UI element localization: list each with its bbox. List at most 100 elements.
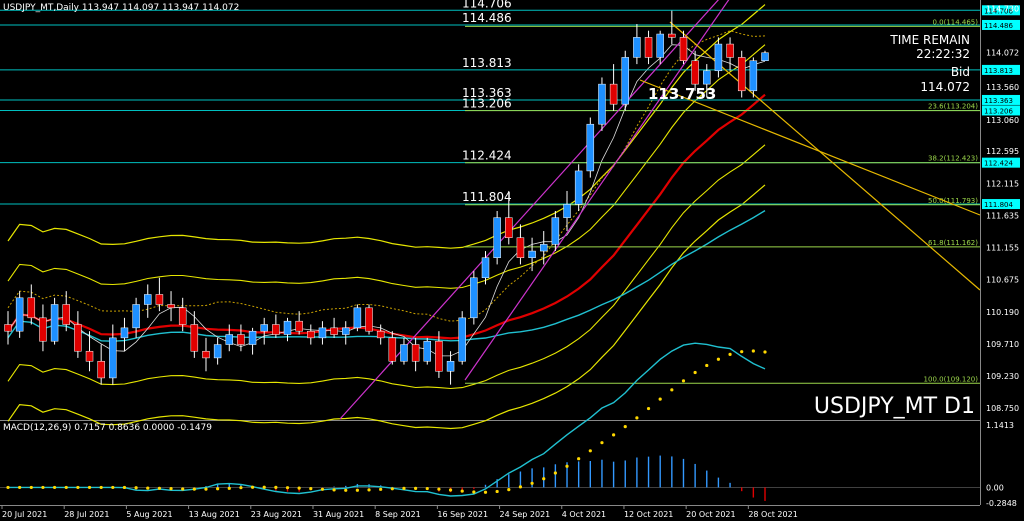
macd-axis-label: 0.00	[986, 483, 1004, 492]
macd-signal-dot	[448, 488, 453, 492]
macd-signal-dot	[414, 486, 418, 490]
macd-signal-dot	[530, 481, 534, 485]
macd-signal-dot	[204, 487, 208, 491]
level-price-tag-text: 113.206	[984, 107, 1013, 115]
price-axis-label: 110.190	[986, 308, 1019, 317]
bid-label: Bid	[951, 65, 970, 79]
macd-header: MACD(12,26,9) 0.7157 0.8636 0.0000 -0.14…	[3, 423, 212, 433]
bear-candle	[388, 337, 397, 362]
bear-candle	[62, 304, 70, 325]
macd-signal-dot	[658, 397, 662, 401]
bull-candle	[283, 320, 292, 335]
bear-candle	[4, 324, 12, 332]
bear-candle	[668, 33, 676, 38]
bull-candle	[213, 344, 222, 359]
macd-signal-dot	[402, 486, 406, 491]
bull-candle	[341, 327, 350, 335]
macd-signal-dot	[600, 441, 604, 445]
macd-signal-dot	[623, 425, 627, 429]
bear-candle	[39, 317, 47, 342]
bear-candle	[97, 360, 105, 379]
bear-candle	[726, 43, 734, 58]
bull-candle	[749, 60, 758, 92]
level-price-tag-text: 112.424	[984, 160, 1013, 168]
macd-signal-dot	[577, 457, 581, 461]
bull-candle	[248, 330, 257, 345]
bull-candle	[400, 344, 408, 362]
level-price-tag-text: 113.363	[984, 97, 1013, 105]
macd-signal-dot	[239, 486, 243, 490]
macd-signal-dot	[52, 485, 57, 490]
bull-candle	[50, 304, 59, 342]
bear-candle	[435, 340, 443, 372]
bull-candle	[470, 277, 478, 319]
time-remain-label: TIME REMAIN	[889, 33, 970, 47]
macd-signal-dot	[122, 485, 127, 490]
macd-signal-dot	[192, 487, 196, 491]
bull-candle	[353, 307, 362, 329]
macd-signal-dot	[763, 350, 767, 354]
price-axis-label: 114.730	[986, 5, 1019, 14]
price-axis-label: 108.750	[986, 404, 1019, 413]
fib-level-label: 61.8(111.162)	[928, 239, 978, 247]
macd-signal-dot	[728, 352, 732, 356]
bull-candle	[15, 297, 24, 332]
macd-signal-dot	[483, 490, 488, 494]
fib-level-label: 0.0(114.465)	[932, 18, 978, 26]
bull-candle	[225, 334, 234, 345]
time-axis-label: 28 Jul 2021	[64, 510, 109, 519]
macd-signal-dot	[565, 464, 569, 468]
bull-candle	[493, 217, 501, 258]
bull-candle	[621, 57, 629, 105]
macd-signal-dot	[181, 487, 185, 491]
macd-signal-dot	[344, 488, 348, 492]
macd-signal-dot	[635, 416, 639, 420]
symbol-header: USDJPY_MT,Daily 113.947 114.097 113.947 …	[3, 3, 239, 13]
chart-background	[0, 0, 1024, 521]
macd-signal-dot	[332, 488, 336, 492]
bull-candle	[656, 33, 664, 58]
price-axis-label: 109.230	[986, 372, 1019, 381]
bull-candle	[318, 327, 327, 339]
macd-signal-dot	[379, 487, 383, 491]
bull-candle	[120, 327, 129, 339]
macd-axis-label: 1.1413	[986, 421, 1014, 430]
macd-signal-dot	[542, 477, 546, 481]
macd-signal-dot	[320, 487, 325, 491]
time-remain-value: 22:22:32	[916, 47, 970, 61]
macd-signal-dot	[553, 471, 557, 475]
bull-candle	[481, 257, 490, 279]
price-chart[interactable]: 114.706114.706114.486114.486113.813113.8…	[0, 0, 1024, 521]
macd-signal-dot	[297, 486, 301, 490]
time-axis-label: 28 Oct 2021	[748, 510, 797, 519]
price-axis-label: 113.560	[986, 83, 1019, 92]
level-label: 113.813	[462, 56, 512, 70]
macd-signal-dot	[588, 449, 592, 453]
bear-candle	[644, 37, 653, 58]
price-axis-label: 110.675	[986, 275, 1019, 284]
macd-signal-dot	[518, 485, 523, 489]
bear-candle	[167, 304, 175, 309]
level-label: 111.804	[462, 190, 512, 204]
macd-signal-dot	[309, 487, 313, 491]
macd-signal-dot	[64, 485, 68, 490]
macd-signal-dot	[87, 485, 92, 490]
price-axis-label: 109.710	[986, 340, 1019, 349]
macd-signal-dot	[612, 433, 616, 437]
macd-signal-dot	[495, 489, 499, 494]
macd-signal-dot	[681, 379, 686, 383]
level-price-tag-text: 114.486	[984, 22, 1013, 30]
time-axis-label: 12 Oct 2021	[624, 510, 673, 519]
bull-candle	[633, 37, 641, 58]
macd-signal-dot	[740, 350, 744, 354]
bull-candle	[714, 43, 723, 72]
bear-candle	[679, 37, 688, 62]
macd-axis-label: -0.2848	[986, 499, 1017, 508]
macd-signal-dot	[111, 485, 115, 490]
macd-signal-dot	[262, 485, 266, 489]
macd-signal-dot	[390, 487, 394, 491]
macd-signal-dot	[6, 485, 10, 490]
macd-signal-dot	[437, 487, 441, 491]
bull-candle	[260, 324, 268, 332]
macd-signal-dot	[367, 488, 371, 492]
